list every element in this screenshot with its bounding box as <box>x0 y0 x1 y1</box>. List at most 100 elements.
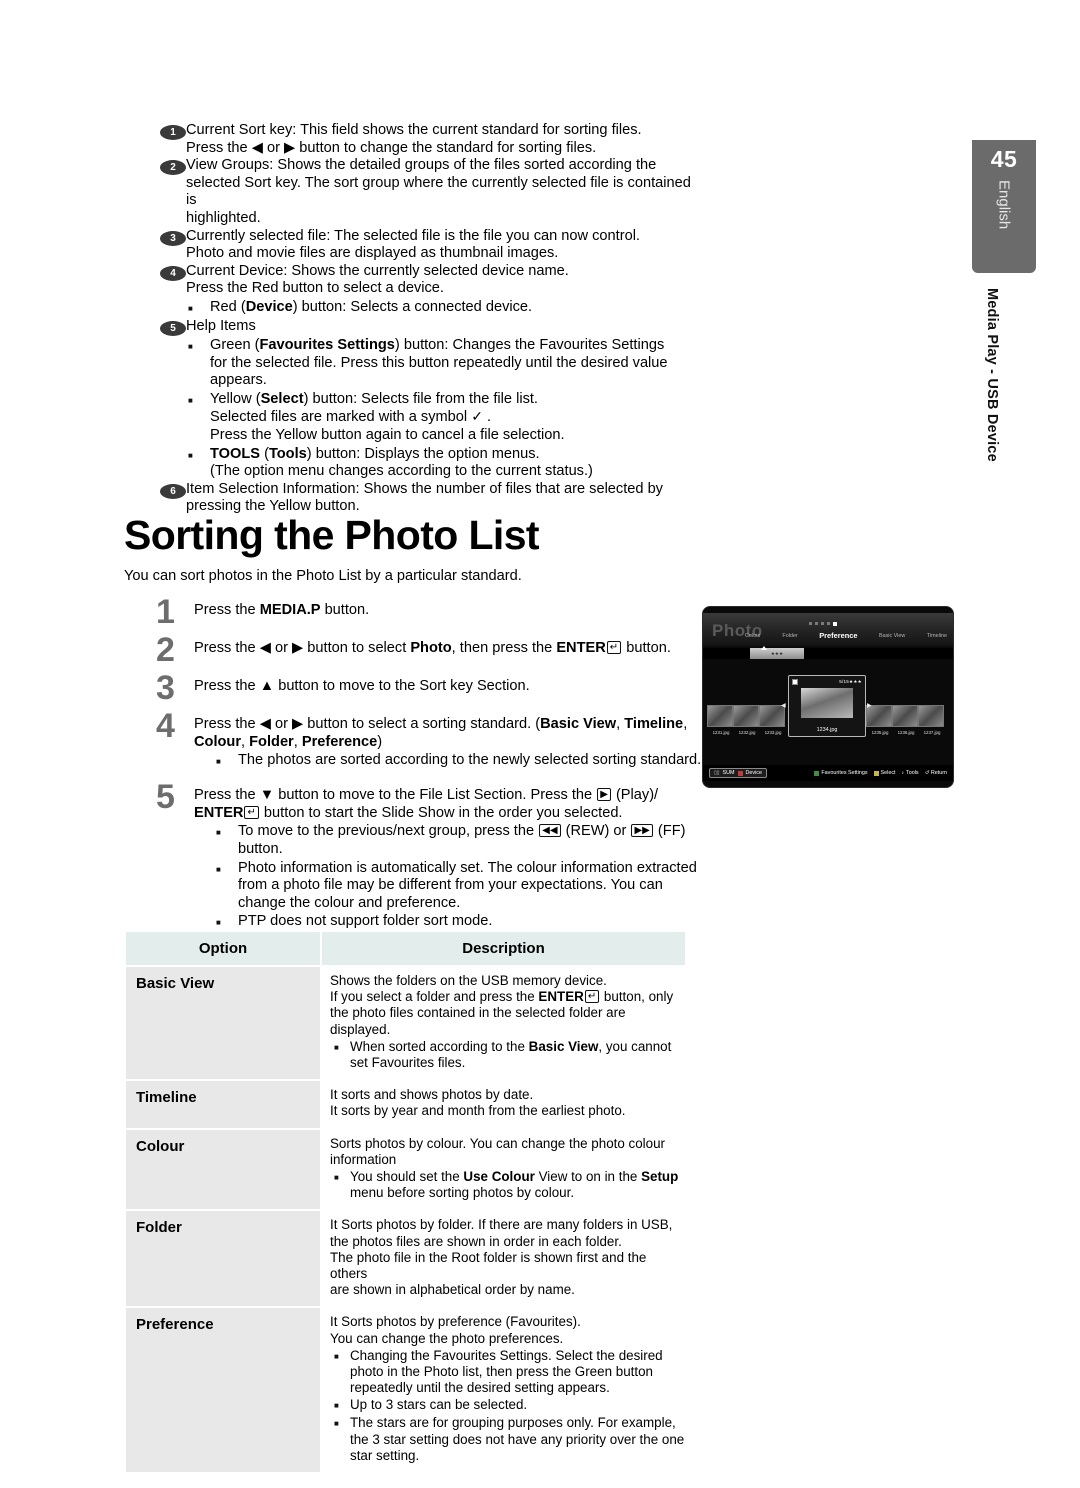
callout-number: 2 <box>160 160 186 176</box>
option-description: It Sorts photos by preference (Favourite… <box>320 1306 687 1475</box>
tv-help-select[interactable]: Select <box>873 770 896 776</box>
tv-help-items[interactable]: Favourites Settings Select ♪ Tools ↺ Return <box>814 770 947 776</box>
bullet-square-icon <box>188 299 210 318</box>
tv-footer-bar: ▯▯ SUM Device Favourites Settings Select ♪… <box>703 765 953 781</box>
tv-select-checkbox[interactable] <box>792 679 798 685</box>
tv-sort-tabs[interactable]: Colour Folder Preference Basic View Timeline <box>745 631 947 640</box>
bullet-item: The stars are for grouping purposes only… <box>334 1415 685 1464</box>
tv-thumbnail-filename: 1237.jpg <box>923 730 941 735</box>
table-row: Preference It Sorts photos by preference … <box>124 1306 687 1475</box>
tv-device-label: Device <box>745 770 762 776</box>
callout-number: 5 <box>160 320 186 336</box>
color-button-icon <box>873 770 879 776</box>
tv-selected-thumbnail <box>801 688 853 718</box>
callout-text: View Groups: Shows the detailed groups o… <box>186 157 691 226</box>
step-text: Press the ▼ button to move to the File L… <box>194 781 705 932</box>
intro-text: You can sort photos in the Photo List by… <box>124 568 522 584</box>
step-item: 3 Press the ▲ button to move to the Sort … <box>150 669 705 707</box>
column-header-description: Description <box>320 930 687 967</box>
bullet-item: Photo information is automatically set. … <box>216 860 705 913</box>
tv-help-tools[interactable]: ♪ Tools <box>902 770 919 776</box>
callout-item: 2 View Groups: Shows the detailed groups … <box>160 157 705 227</box>
option-description: Shows the folders on the USB memory devi… <box>320 964 687 1082</box>
tv-tab-timeline[interactable]: Timeline <box>927 633 947 639</box>
tv-thumbnail[interactable]: 1237.jpg <box>918 705 944 735</box>
bullet-square-icon <box>334 1169 350 1201</box>
bullet-item: Up to 3 stars can be selected. <box>334 1397 685 1414</box>
callout-item: 5 Help Items <box>160 318 705 336</box>
bullet-item: To move to the previous/next group, pres… <box>216 823 705 858</box>
tv-tab-colour[interactable]: Colour <box>745 633 761 639</box>
step-number: 4 <box>156 707 175 745</box>
callout-item: 6 Item Selection Information: Shows the n… <box>160 481 705 516</box>
bullet-square-icon <box>334 1415 350 1464</box>
tv-thumbnail[interactable]: 1236.jpg <box>892 705 918 735</box>
usb-icon: ▯▯ <box>714 770 720 776</box>
callout-item: 1 Current Sort key: This field shows the … <box>160 122 705 157</box>
tv-selected-file-card[interactable]: 5/15★★★ 1234.jpg <box>788 675 866 737</box>
step-item: 1 Press the MEDIA.P button. <box>150 595 705 629</box>
bullet-square-icon <box>188 391 210 445</box>
help-item: Yellow (Select) button: Selects file fro… <box>188 391 705 445</box>
callout-text: Current Sort key: This field shows the c… <box>186 122 642 156</box>
tv-thumbnail-strip[interactable]: 5/15★★★ 1234.jpg 1231.jpg 1232.jpg 1233.jp… <box>703 669 953 743</box>
callout-text: Item Selection Information: Shows the nu… <box>186 480 663 515</box>
tv-screenshot: Photo Colour Folder Preference Basic View Ti… <box>703 607 953 787</box>
tv-thumbnail[interactable]: 1232.jpg <box>733 705 759 735</box>
bullet-item: Changing the Favourites Settings. Select… <box>334 1348 685 1397</box>
callout-text: Current Device: Shows the currently sele… <box>186 262 569 297</box>
tv-group-bar: ★★★ <box>703 646 953 659</box>
callout-item: 3 Currently selected file: The selected f… <box>160 228 705 263</box>
table-row: Colour Sorts photos by colour. You can ch… <box>124 1127 687 1212</box>
chapter-label: Media Play - USB Device <box>984 288 1000 462</box>
bullet-square-icon <box>188 446 210 481</box>
bullet-item: The photos are sorted according to the n… <box>216 752 705 771</box>
bullet-text: You should set the Use Colour View to on… <box>350 1169 679 1201</box>
callout-text: Help Items <box>186 317 256 334</box>
bullet-item: Red (Device) button: Selects a connected… <box>188 299 705 318</box>
bullet-text: Changing the Favourites Settings. Select… <box>350 1347 663 1396</box>
step-item: 4 Press the ◀ or ▶ button to select a sor… <box>150 707 705 771</box>
table-row: Basic View Shows the folders on the USB m… <box>124 964 687 1082</box>
option-name: Preference <box>124 1306 322 1475</box>
bullet-square-icon <box>216 752 238 771</box>
tv-tab-folder[interactable]: Folder <box>782 633 797 639</box>
bullet-square-icon <box>334 1039 350 1071</box>
help-item-text: TOOLS (Tools) button: Displays the optio… <box>210 445 593 480</box>
options-table: Option Description Basic View Shows the f… <box>124 930 687 1475</box>
tv-help-return[interactable]: ↺ Return <box>925 770 947 776</box>
tv-thumbnail[interactable]: 1231.jpg <box>707 705 733 735</box>
step-text: Press the MEDIA.P button. <box>194 602 370 618</box>
tv-prev-arrow-icon[interactable]: ◀ <box>781 702 786 709</box>
bullet-item: When sorted according to the Basic View,… <box>334 1039 685 1071</box>
tv-tab-basic-view[interactable]: Basic View <box>879 633 905 639</box>
tv-tab-preference[interactable]: Preference <box>819 631 857 640</box>
step-number: 3 <box>156 669 175 707</box>
table-row: Folder It Sorts photos by folder. If ther… <box>124 1209 687 1309</box>
bullet-text: Up to 3 stars can be selected. <box>350 1397 528 1413</box>
option-description: Sorts photos by colour. You can change t… <box>320 1127 687 1212</box>
table-header-row: Option Description <box>124 930 687 967</box>
step-text: Press the ◀ or ▶ button to select a sort… <box>194 710 705 771</box>
bullet-text: Photo information is automatically set. … <box>238 859 697 911</box>
tv-group-selected[interactable]: ★★★ <box>750 648 804 659</box>
step-list: 1 Press the MEDIA.P button. 2 Press the ◀ o… <box>150 595 705 932</box>
bullet-square-icon <box>334 1397 350 1414</box>
option-name: Timeline <box>124 1079 322 1130</box>
step-item: 2 Press the ◀ or ▶ button to select Photo… <box>150 633 705 667</box>
step-item: 5 Press the ▼ button to move to the File … <box>150 780 705 932</box>
bullet-square-icon <box>334 1348 350 1397</box>
callout-text: Currently selected file: The selected fi… <box>186 227 640 262</box>
bullet-item: You should set the Use Colour View to on… <box>334 1169 685 1201</box>
key-icon: ↺ <box>924 770 929 776</box>
tv-file-counter: 5/15★★★ <box>839 679 862 684</box>
help-item: Green (Favourites Settings) button: Chan… <box>188 337 705 390</box>
tv-help-favourites-settings[interactable]: Favourites Settings <box>814 770 868 776</box>
red-button-icon <box>737 770 743 776</box>
step-text: Press the ▲ button to move to the Sort k… <box>194 678 530 694</box>
bullet-square-icon <box>216 860 238 913</box>
tv-device-button[interactable]: ▯▯ SUM Device <box>709 768 767 778</box>
tv-header-bar: Photo Colour Folder Preference Basic View Ti… <box>703 613 953 646</box>
tv-next-arrow-icon[interactable]: ▶ <box>867 702 872 709</box>
page-number: 45 <box>990 146 1018 172</box>
